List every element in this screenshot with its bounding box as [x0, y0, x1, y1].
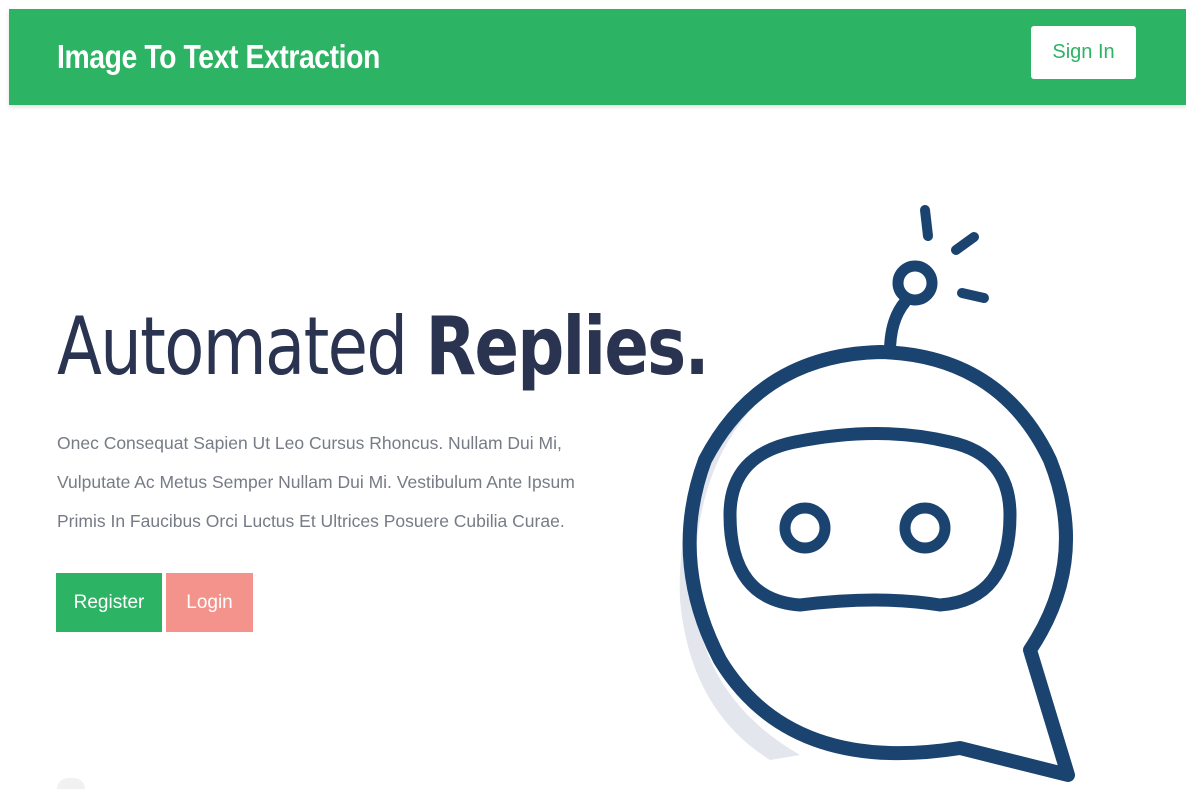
login-button[interactable]: Login — [166, 573, 253, 632]
hero-title: Automated Replies. — [57, 300, 710, 393]
antenna-stalk — [884, 296, 911, 358]
scroll-indicator — [57, 778, 85, 789]
chatbot-robot-icon — [679, 205, 1075, 782]
signal-mark-middle — [951, 232, 979, 255]
robot-left-eye — [779, 502, 831, 554]
signal-mark-top — [920, 205, 933, 241]
hero-title-bold: Replies. — [425, 300, 710, 393]
top-navbar: Image To Text Extraction Sign In — [9, 9, 1186, 105]
register-button[interactable]: Register — [56, 573, 162, 632]
hero-title-light: Automated — [57, 300, 426, 393]
antenna-ball — [892, 260, 938, 306]
sign-in-button[interactable]: Sign In — [1031, 26, 1136, 79]
speech-bubble-outline — [682, 345, 1075, 782]
hero-description: Onec Consequat Sapien Ut Leo Cursus Rhon… — [57, 433, 575, 531]
signal-mark-bottom — [957, 288, 989, 303]
brand-title[interactable]: Image To Text Extraction — [57, 9, 380, 105]
robot-visor — [723, 427, 1017, 612]
robot-right-eye — [899, 502, 951, 554]
